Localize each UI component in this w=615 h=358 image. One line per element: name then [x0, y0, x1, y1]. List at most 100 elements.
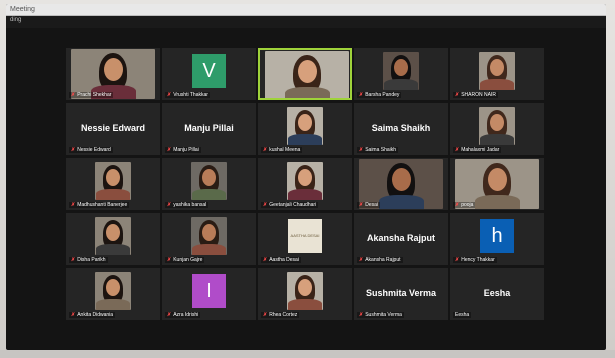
participant-name-text: Saima Shaikh	[365, 147, 397, 153]
participant-tile[interactable]: h ✗ Hency Thakkar	[450, 213, 544, 265]
participant-video	[383, 52, 419, 90]
participant-name-text: Hency Thakkar	[461, 257, 495, 263]
participant-tile[interactable]: I ✗ Azra Idrishi	[162, 268, 256, 320]
participant-name-label: ✗ Geetanjali Chaudhari	[261, 202, 319, 208]
participant-logo: AASTHA DESAI	[288, 219, 322, 253]
participant-name-label: ✗ Manju Pillai	[165, 147, 201, 153]
participant-name-label: ✗ Hency Thakkar	[453, 257, 497, 263]
title-bar: Meeting	[6, 4, 606, 16]
participant-tile[interactable]: Eesha✗Eesha	[450, 268, 544, 320]
participant-video	[191, 162, 227, 200]
participant-name-label: ✗ Sushmita Verma	[357, 312, 404, 318]
participant-tile[interactable]: ✗ Barsha Pandey	[354, 48, 448, 100]
meeting-top-bar: ding	[6, 16, 606, 28]
participant-tile[interactable]: AASTHA DESAI ✗ Aastha Desai	[258, 213, 352, 265]
participant-display-name: Eesha	[483, 287, 511, 298]
participant-tile[interactable]: ✗ SHARON NAIR	[450, 48, 544, 100]
muted-mic-icon: ✗	[455, 92, 460, 98]
muted-mic-icon: ✗	[167, 147, 172, 153]
participant-name-label: ✗ Mahalaxmi Jadar	[453, 147, 502, 153]
participant-name-text: Azra Idrishi	[173, 312, 199, 318]
participant-video	[265, 51, 349, 98]
participant-name-text: Nessie Edward	[77, 147, 111, 153]
participant-name-text: Akansha Rajput	[365, 257, 401, 263]
participant-name-label: ✗ Prachi Shekhar	[69, 92, 114, 98]
participant-video	[95, 162, 131, 200]
participant-name-label: ✗ pooja	[453, 202, 476, 208]
participant-avatar: I	[192, 274, 226, 308]
participant-name-text: Disha Parikh	[77, 257, 106, 263]
zoom-window: Meeting ding ✗ Prachi Shekhar V ✗ Vrushti Th…	[6, 4, 606, 350]
muted-mic-icon: ✗	[359, 147, 364, 153]
participant-tile[interactable]: Manju Pillai ✗ Manju Pillai	[162, 103, 256, 155]
muted-mic-icon: ✗	[263, 202, 268, 208]
participant-name-text: Aastha Desai	[269, 257, 299, 263]
participant-video	[287, 107, 323, 145]
muted-mic-icon: ✗	[359, 92, 364, 98]
participant-tile[interactable]: ✗ Disha Parikh	[66, 213, 160, 265]
participant-tile[interactable]: ✗ pooja	[450, 158, 544, 210]
participant-video	[479, 107, 515, 145]
muted-mic-icon: ✗	[71, 147, 76, 153]
participant-tile[interactable]: ✗ Kunjan Gajre	[162, 213, 256, 265]
participant-name-text: kushal Meena	[269, 147, 301, 153]
participant-name-text: Rhea Cortez	[269, 312, 298, 318]
participant-avatar: V	[192, 54, 226, 88]
participant-name-text: Desai	[365, 202, 378, 208]
participant-name-label: ✗Eesha	[453, 312, 472, 318]
participant-tile[interactable]: V ✗ Vrushti Thakkar	[162, 48, 256, 100]
muted-mic-icon: ✗	[71, 257, 76, 263]
participant-video	[95, 272, 131, 310]
participant-tile[interactable]: ✗ Prachi Shekhar	[66, 48, 160, 100]
participant-name-label: ✗ Rhea Cortez	[261, 312, 300, 318]
participant-name-text: Madhushanti Banerjee	[77, 202, 128, 208]
participant-name-text: Eesha	[455, 312, 470, 318]
participant-display-name: Akansha Rajput	[366, 232, 435, 243]
muted-mic-icon: ✗	[455, 147, 460, 153]
monitor-frame: Meeting ding ✗ Prachi Shekhar V ✗ Vrushti Th…	[0, 0, 615, 358]
participant-name-label: ✗ SHARON NAIR	[453, 92, 498, 98]
participant-tile[interactable]: ✗ Geetanjali Chaudhari	[258, 158, 352, 210]
participant-name-text: Vrushti Thakkar	[173, 92, 208, 98]
participant-tile[interactable]: ✗ Madhushanti Banerjee	[66, 158, 160, 210]
participant-name-text: SHARON NAIR	[461, 92, 496, 98]
participant-tile[interactable]: Sushmita Verma ✗ Sushmita Verma	[354, 268, 448, 320]
muted-mic-icon: ✗	[167, 202, 172, 208]
participant-name-label: ✗ Aastha Desai	[261, 257, 301, 263]
participant-name-text: Mahalaxmi Jadar	[461, 147, 500, 153]
participant-name-label: ✗ Disha Parikh	[69, 257, 108, 263]
participant-tile[interactable]: Saima Shaikh ✗ Saima Shaikh	[354, 103, 448, 155]
participant-video	[287, 272, 323, 310]
muted-mic-icon: ✗	[167, 92, 172, 98]
muted-mic-icon: ✗	[455, 257, 460, 263]
participant-tile[interactable]: ✗ kushal Meena	[258, 103, 352, 155]
participant-tile[interactable]: ✗ Desai	[354, 158, 448, 210]
participant-tile[interactable]: Nessie Edward ✗ Nessie Edward	[66, 103, 160, 155]
muted-mic-icon: ✗	[167, 312, 172, 318]
participant-name-label: ✗ Kunjan Gajre	[165, 257, 205, 263]
participant-name-label: ✗ Vrushti Thakkar	[165, 92, 210, 98]
participant-video	[191, 217, 227, 255]
participant-name-text: Manju Pillai	[173, 147, 199, 153]
participant-name-label: ✗ Azra Idrishi	[165, 312, 201, 318]
participant-tile[interactable]	[258, 48, 352, 100]
participant-tile[interactable]: ✗ Mahalaxmi Jadar	[450, 103, 544, 155]
participant-tile[interactable]: ✗ Rhea Cortez	[258, 268, 352, 320]
participant-name-label: ✗ Barsha Pandey	[357, 92, 402, 98]
participant-tile[interactable]: ✗ yashika bansal	[162, 158, 256, 210]
muted-mic-icon: ✗	[71, 312, 76, 318]
participant-name-text: Ankita Didwania	[77, 312, 114, 318]
muted-mic-icon: ✗	[359, 257, 364, 263]
participant-tile[interactable]: ✗ Ankita Didwania	[66, 268, 160, 320]
participant-video	[479, 52, 515, 90]
participant-tile[interactable]: Akansha Rajput ✗ Akansha Rajput	[354, 213, 448, 265]
muted-mic-icon: ✗	[71, 92, 76, 98]
muted-mic-icon: ✗	[263, 147, 268, 153]
muted-mic-icon: ✗	[263, 312, 268, 318]
participant-name-label: ✗ kushal Meena	[261, 147, 303, 153]
participant-name-text: yashika bansal	[173, 202, 207, 208]
participant-display-name: Sushmita Verma	[365, 287, 437, 298]
participant-name-label: ✗ Desai	[357, 202, 380, 208]
muted-mic-icon: ✗	[71, 202, 76, 208]
participant-display-name: Saima Shaikh	[371, 122, 431, 133]
